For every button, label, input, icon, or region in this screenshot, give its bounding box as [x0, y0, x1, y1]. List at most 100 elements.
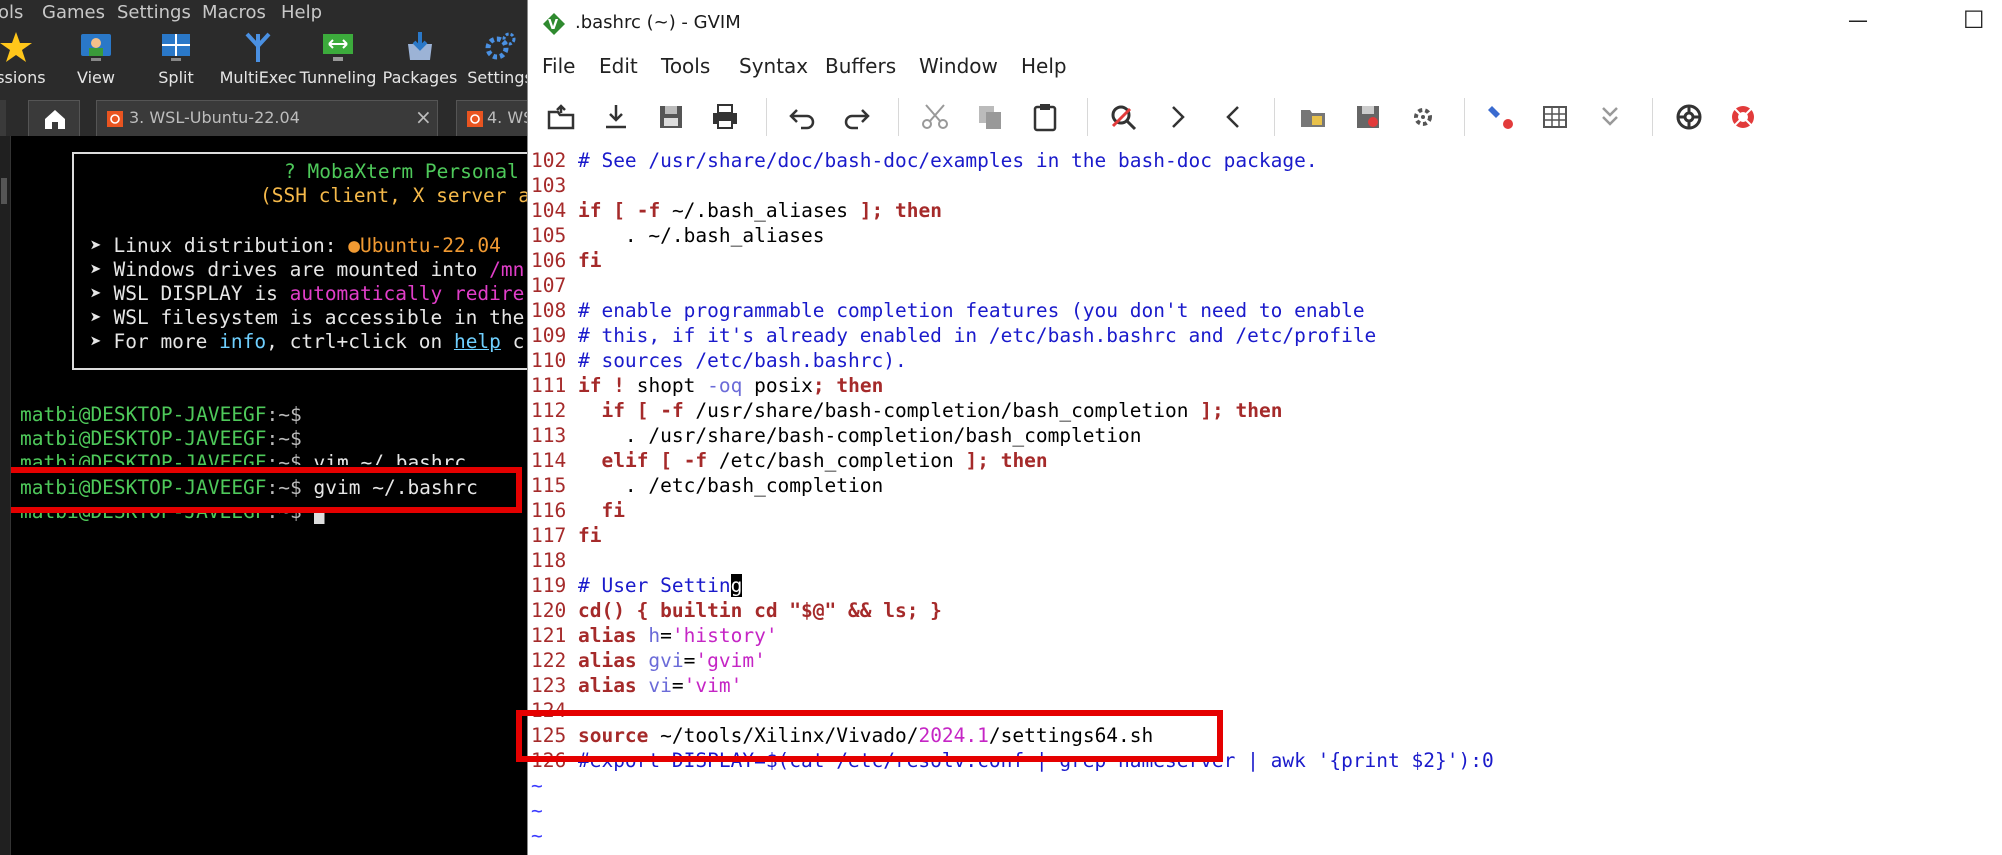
packages-icon: [408, 32, 432, 60]
window-title: .bashrc (~) - GVIM: [575, 12, 741, 33]
moba-menu-bar: ols Games Settings Macros Help: [0, 0, 540, 26]
vim-icon: V: [543, 13, 565, 35]
tab-close-icon[interactable]: ×: [415, 105, 432, 129]
view-button[interactable]: View: [56, 26, 136, 96]
gvim-title-bar: V .bashrc (~) - GVIM — ☐: [528, 0, 2002, 48]
code-line-121: 121 alias h='history': [531, 624, 778, 647]
gvim-toolbar: [528, 90, 2002, 144]
code-line-115: 115 . /etc/bash_completion: [531, 474, 884, 497]
moba-tab-bar: 3. WSL-Ubuntu-22.04 × 4. WS: [0, 96, 540, 136]
save-session-icon[interactable]: [1353, 102, 1383, 132]
load-session-icon[interactable]: [1298, 102, 1328, 132]
code-line-105: 105 . ~/.bash_aliases: [531, 224, 825, 247]
split-button[interactable]: Split: [136, 26, 216, 96]
home-icon: [45, 110, 65, 129]
menu-help[interactable]: Help: [1021, 54, 1067, 78]
help-icon[interactable]: [1674, 102, 1704, 132]
multiexec-button[interactable]: MultiExec: [218, 26, 298, 96]
code-line-123: 123 alias vi='vim': [531, 674, 743, 697]
code-line-116: 116 fi: [531, 499, 625, 522]
save-download-icon[interactable]: [601, 102, 631, 132]
highlight-box-gvim-command: [0, 467, 522, 513]
code-line-104: 104 if [ -f ~/.bash_aliases ]; then: [531, 199, 943, 222]
tunneling-icon: [323, 34, 353, 61]
gvim-menu-bar: File Edit Tools Syntax Buffers Window He…: [528, 48, 2002, 84]
tab-wsl-ubuntu[interactable]: 3. WSL-Ubuntu-22.04 ×: [96, 100, 438, 136]
ubuntu-icon: [107, 111, 123, 127]
gear-icon: [485, 32, 516, 60]
motd-line-distro: ➤ Linux distribution: ●Ubuntu-22.04: [90, 234, 501, 257]
jump-to-tag-icon[interactable]: [1595, 102, 1625, 132]
prompt-line: matbi@DESKTOP-JAVEEGF:~$ vim ~/.bashrc: [20, 451, 467, 465]
moba-sidebar: [0, 136, 11, 855]
code-line-122: 122 alias gvi='gvim': [531, 649, 766, 672]
run-ctags-icon[interactable]: [1540, 102, 1570, 132]
paste-icon[interactable]: [1030, 102, 1060, 132]
undo-icon[interactable]: [787, 102, 817, 132]
split-icon: [162, 34, 190, 61]
cut-icon[interactable]: [920, 102, 950, 132]
packages-button[interactable]: Packages: [380, 26, 460, 96]
help-link[interactable]: help: [454, 330, 501, 353]
find-replace-icon[interactable]: [1108, 102, 1138, 132]
code-line-107: 107: [531, 274, 567, 297]
mobaxterm-window: ols Games Settings Macros Help essions V…: [0, 0, 540, 855]
motd-line-drives: ➤ Windows drives are mounted into /mn: [90, 258, 525, 281]
editor-cursor: g: [730, 574, 743, 597]
star-icon: [0, 32, 32, 62]
home-tab[interactable]: [28, 100, 80, 136]
code-line-106: 106 fi: [531, 249, 602, 272]
code-line-120: 120 cd() { builtin cd "$@" && ls; }: [531, 599, 942, 622]
prompt-line: matbi@DESKTOP-JAVEEGF:~$: [20, 427, 302, 450]
find-next-icon[interactable]: [1163, 102, 1193, 132]
svg-text:V: V: [548, 18, 558, 33]
menu-syntax[interactable]: Syntax: [739, 54, 808, 78]
menu-edit[interactable]: Edit: [599, 54, 638, 78]
run-script-icon[interactable]: [1408, 102, 1438, 132]
tunneling-button[interactable]: Tunneling: [298, 26, 378, 96]
highlight-box-source-line: [516, 710, 1223, 762]
redo-icon[interactable]: [842, 102, 872, 132]
motd-line-info: ➤ For more info, ctrl+click on help c: [90, 330, 525, 353]
find-previous-icon[interactable]: [1218, 102, 1248, 132]
code-line-117: 117 fi: [531, 524, 602, 547]
editor-text-area[interactable]: 102 # See /usr/share/doc/bash-doc/exampl…: [516, 148, 2002, 855]
welcome-subtitle: (SSH client, X server a: [260, 184, 531, 207]
make-icon[interactable]: [1486, 102, 1516, 132]
menu-settings[interactable]: Settings: [117, 2, 191, 23]
code-line-111: 111 if ! shopt -oq posix; then: [531, 374, 884, 397]
terminal[interactable]: ? MobaXterm Personal (SSH client, X serv…: [0, 136, 540, 855]
code-line-112: 112 if [ -f /usr/share/bash-completion/b…: [531, 399, 1283, 422]
multiexec-icon: [245, 32, 271, 62]
minimize-button[interactable]: —: [1848, 8, 1868, 32]
print-icon[interactable]: [710, 102, 740, 132]
motd-line-filesystem: ➤ WSL filesystem is accessible in the: [90, 306, 525, 329]
prompt-line: matbi@DESKTOP-JAVEEGF:~$: [20, 403, 302, 426]
menu-buffers[interactable]: Buffers: [825, 54, 896, 78]
menu-help[interactable]: Help: [281, 2, 322, 23]
code-line-102: 102 # See /usr/share/doc/bash-doc/exampl…: [531, 149, 1318, 172]
menu-window[interactable]: Window: [919, 54, 998, 78]
code-line-103: 103: [531, 174, 567, 197]
copy-icon[interactable]: [975, 102, 1005, 132]
menu-file[interactable]: File: [542, 54, 575, 78]
menu-tools[interactable]: Tools: [661, 54, 710, 78]
find-help-icon[interactable]: [1728, 102, 1758, 132]
welcome-box: ? MobaXterm Personal (SSH client, X serv…: [72, 152, 540, 370]
moba-toolbar: essions View Split MultiExec Tunneling P…: [0, 26, 540, 96]
open-icon[interactable]: [546, 102, 576, 132]
ubuntu-icon: [467, 111, 483, 127]
code-line-108: 108 # enable programmable completion fea…: [531, 299, 1365, 322]
code-line-118: 118: [531, 549, 567, 572]
save-all-icon[interactable]: [656, 102, 686, 132]
menu-macros[interactable]: Macros: [202, 2, 266, 23]
menu-games[interactable]: Games: [42, 2, 105, 23]
maximize-button[interactable]: ☐: [1963, 6, 1985, 34]
welcome-title: ? MobaXterm Personal: [284, 160, 519, 183]
empty-line-tilde: ~: [531, 799, 543, 822]
code-line-114: 114 elif [ -f /etc/bash_completion ]; th…: [531, 449, 1048, 472]
menu-tools[interactable]: ols: [0, 2, 23, 23]
empty-line-tilde: ~: [531, 774, 543, 797]
view-icon: [81, 34, 111, 61]
code-line-119: 119 # User Setting: [531, 574, 743, 597]
